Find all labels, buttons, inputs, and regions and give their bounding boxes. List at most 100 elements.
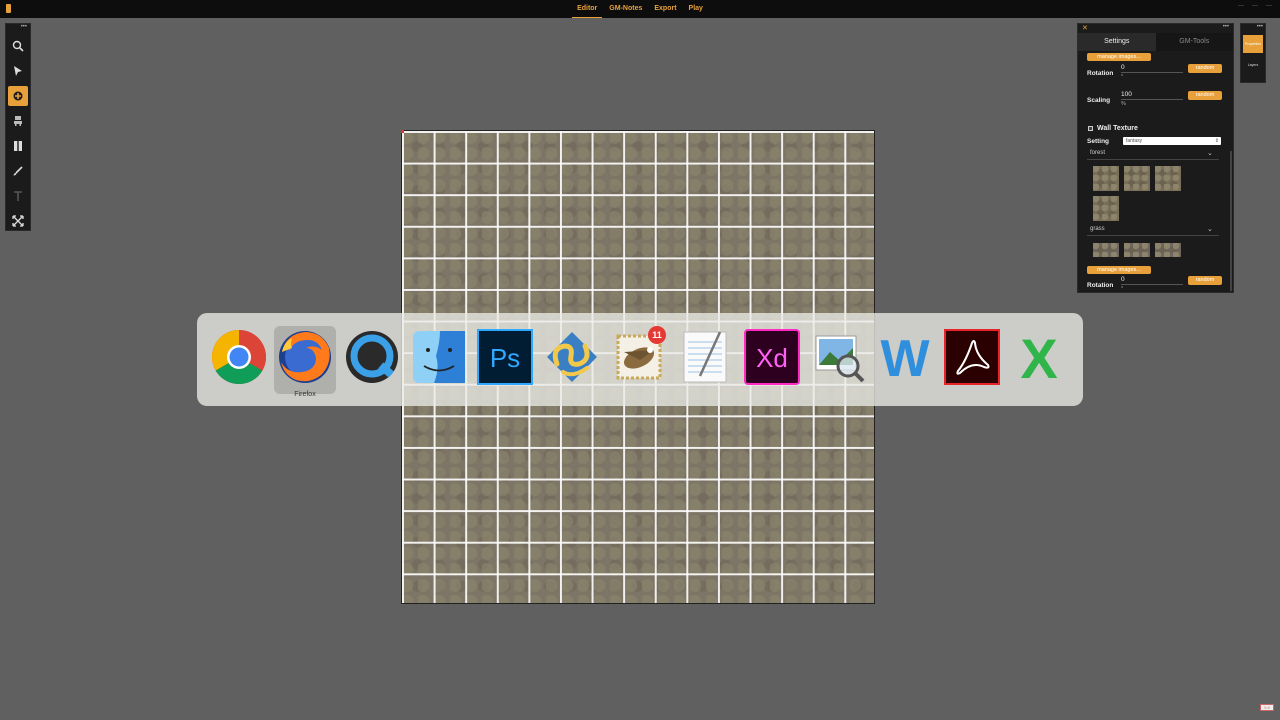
manage-images-button-2[interactable]: manage images... xyxy=(1087,266,1151,274)
maximize-icon[interactable] xyxy=(1252,5,1258,11)
random-rotation-button-2[interactable]: random xyxy=(1188,276,1222,285)
nav-export[interactable]: Export xyxy=(649,0,681,18)
manage-images-button[interactable]: manage images... xyxy=(1087,53,1151,61)
pointer-icon xyxy=(14,66,22,76)
app-switcher: Firefox Ps 11 Xd W X xyxy=(197,313,1083,406)
settings-panel: ✕ ••• Settings GM-Tools manage images...… xyxy=(1077,23,1234,293)
texture-group-forest[interactable]: forest xyxy=(1090,150,1105,156)
panel-more-icon[interactable]: ••• xyxy=(1223,24,1229,30)
stamp-icon xyxy=(13,91,23,101)
forest-chevron-down-icon[interactable]: ⌄ xyxy=(1207,149,1213,157)
asset-icon xyxy=(14,116,22,126)
toolbar-more-icon[interactable]: ••• xyxy=(6,24,30,32)
app-preview[interactable] xyxy=(808,326,870,394)
app-firefox[interactable]: Firefox xyxy=(274,326,336,398)
word-icon: W xyxy=(876,328,934,386)
wall-texture-checkbox[interactable] xyxy=(1088,126,1093,131)
svg-text:Xd: Xd xyxy=(756,343,788,373)
fetch-icon xyxy=(543,328,601,386)
texture-thumbnail[interactable] xyxy=(1155,243,1181,257)
text-icon xyxy=(14,191,22,201)
select-tool-button[interactable] xyxy=(8,61,28,81)
excel-icon: X xyxy=(1010,328,1068,386)
nav-gm-notes[interactable]: GM-Notes xyxy=(604,0,647,18)
firefox-icon xyxy=(276,328,334,386)
wall-icon xyxy=(14,141,22,151)
app-finder[interactable] xyxy=(408,326,470,394)
stamp-tool-button[interactable] xyxy=(8,86,28,106)
properties-tab-button[interactable]: Properties xyxy=(1243,35,1263,53)
tab-settings[interactable]: Settings xyxy=(1078,33,1156,51)
fullscreen-icon xyxy=(12,215,24,227)
version-badge: 0.9 xyxy=(1260,704,1274,711)
selected-app-label: Firefox xyxy=(294,391,316,398)
app-acrobat[interactable] xyxy=(941,326,1003,394)
finder-icon xyxy=(410,328,468,386)
random-rotation-button[interactable]: random xyxy=(1188,64,1222,73)
xd-icon: Xd xyxy=(743,328,801,386)
texture-group-grass[interactable]: grass xyxy=(1090,226,1105,232)
rotation-label: Rotation xyxy=(1087,70,1114,77)
text-tool-button[interactable] xyxy=(8,186,28,206)
rotation-input-2[interactable]: 0 xyxy=(1121,276,1125,283)
rotation-underline-2 xyxy=(1121,284,1183,285)
app-photoshop[interactable]: Ps xyxy=(474,326,536,394)
fullscreen-tool-button[interactable] xyxy=(8,211,28,231)
app-fetch[interactable] xyxy=(541,326,603,394)
wall-tool-button[interactable] xyxy=(8,136,28,156)
setting-select[interactable]: fantasy ⇕ xyxy=(1123,137,1221,145)
forest-divider xyxy=(1087,159,1219,160)
zoom-icon xyxy=(12,40,24,52)
grass-chevron-down-icon[interactable]: ⌄ xyxy=(1207,225,1213,233)
layers-tab-button[interactable]: Layers xyxy=(1243,56,1263,74)
app-mail[interactable]: 11 xyxy=(608,326,670,394)
chrome-icon xyxy=(210,328,268,386)
tab-gm-tools[interactable]: GM-Tools xyxy=(1155,33,1233,51)
panel-tabs: Settings GM-Tools xyxy=(1078,33,1233,51)
asset-tool-button[interactable] xyxy=(8,111,28,131)
texture-thumbnail[interactable] xyxy=(1155,166,1181,191)
side-tabs-panel: ••• Properties Layers xyxy=(1240,23,1266,83)
panel-scrollbar[interactable] xyxy=(1230,151,1232,291)
zoom-tool-button[interactable] xyxy=(8,36,28,56)
panel-content: manage images... Rotation 0 ° random Sca… xyxy=(1078,51,1233,292)
select-arrows-icon: ⇕ xyxy=(1214,138,1219,144)
app-textedit[interactable] xyxy=(674,326,736,394)
setting-label: Setting xyxy=(1087,138,1110,145)
acrobat-icon xyxy=(943,328,1001,386)
app-chrome[interactable] xyxy=(208,326,270,394)
app-adobe-xd[interactable]: Xd xyxy=(741,326,803,394)
app-quicktime[interactable] xyxy=(341,326,403,394)
texture-thumbnail[interactable] xyxy=(1124,166,1150,191)
mail-icon: 11 xyxy=(610,326,668,386)
photoshop-icon: Ps xyxy=(476,328,534,386)
brush-icon xyxy=(13,166,23,176)
panel-close-icon[interactable]: ✕ xyxy=(1082,24,1088,33)
side-tabs-more-icon[interactable]: ••• xyxy=(1241,24,1265,32)
texture-thumbnail[interactable] xyxy=(1093,196,1119,221)
nav-editor[interactable]: Editor xyxy=(572,0,603,18)
rotation-unit: ° xyxy=(1121,74,1124,80)
brush-tool-button[interactable] xyxy=(8,161,28,181)
close-window-icon[interactable] xyxy=(1266,5,1272,11)
svg-text:X: X xyxy=(1020,328,1057,386)
rotation-input[interactable]: 0 xyxy=(1121,64,1125,71)
mail-unread-badge: 11 xyxy=(648,326,666,344)
scaling-label: Scaling xyxy=(1087,97,1111,104)
scaling-unit: % xyxy=(1121,101,1126,107)
panel-header: ✕ ••• xyxy=(1078,24,1233,33)
random-scaling-button[interactable]: random xyxy=(1188,91,1222,100)
texture-thumbnail[interactable] xyxy=(1124,243,1150,257)
nav-play[interactable]: Play xyxy=(684,0,708,18)
svg-text:Ps: Ps xyxy=(490,343,520,373)
scaling-input[interactable]: 100 xyxy=(1121,91,1132,98)
rotation-underline xyxy=(1121,72,1183,73)
app-word[interactable]: W xyxy=(874,326,936,394)
texture-thumbnail[interactable] xyxy=(1093,243,1119,257)
app-excel[interactable]: X xyxy=(1008,326,1070,394)
window-controls xyxy=(1238,5,1272,11)
rotation-unit-2: ° xyxy=(1121,286,1124,292)
texture-thumbnail[interactable] xyxy=(1093,166,1119,191)
minimize-icon[interactable] xyxy=(1238,5,1244,11)
main-nav: Editor GM-Notes Export Play xyxy=(0,0,1280,18)
